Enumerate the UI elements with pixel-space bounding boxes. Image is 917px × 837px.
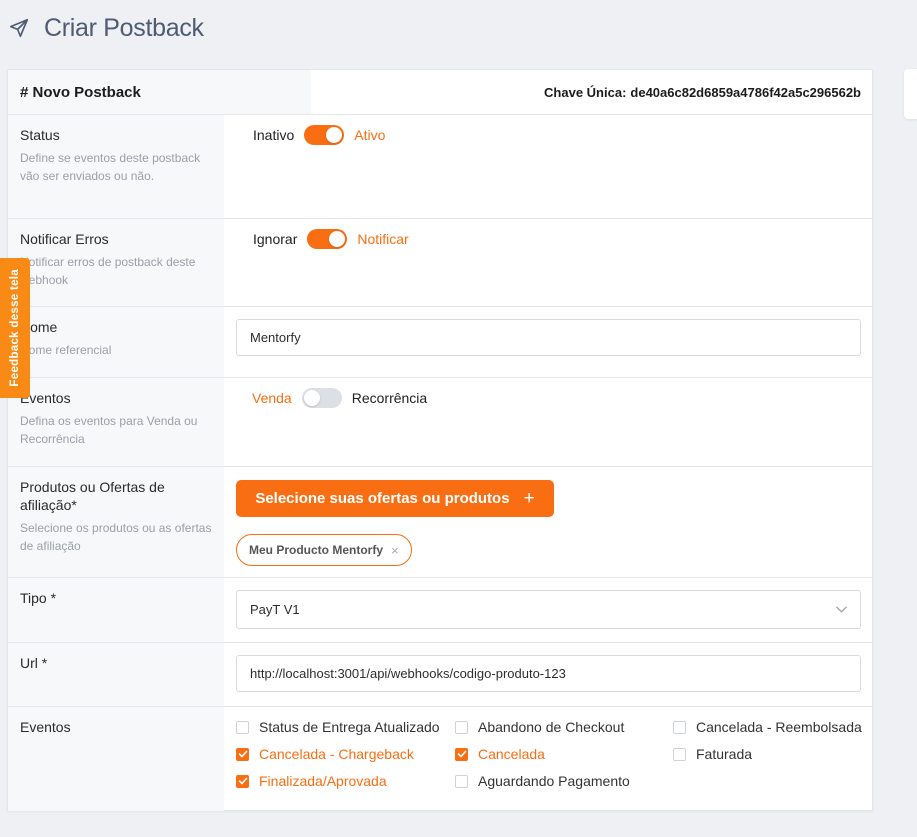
check-icon — [238, 777, 247, 785]
checkbox[interactable] — [673, 747, 686, 761]
status-description: Define se eventos deste postback vão ser… — [20, 151, 201, 183]
checkbox-checked[interactable] — [455, 747, 468, 761]
event-checkbox[interactable]: Aguardando Pagamento — [455, 773, 630, 789]
type-row: Tipo * PayT V1 — [8, 578, 872, 643]
plus-icon: + — [523, 488, 535, 509]
event-checkbox-label: Abandono de Checkout — [478, 719, 625, 735]
product-chip-label: Meu Producto Mentorfy — [249, 543, 383, 557]
type-label-column: Tipo * — [8, 578, 224, 642]
url-label-column: Url * — [8, 643, 224, 706]
notify-title: Notificar Erros — [20, 231, 109, 247]
check-icon — [457, 750, 466, 758]
checkbox-checked[interactable] — [236, 774, 249, 788]
status-title: Status — [20, 127, 60, 143]
checkbox[interactable] — [455, 774, 468, 788]
notify-label-column: Notificar Erros Notificar erros de postb… — [8, 219, 224, 306]
checkbox[interactable] — [455, 720, 468, 734]
events-type-label-column: Eventos Defina os eventos para Venda ou … — [8, 378, 224, 466]
events-label-column: Eventos — [8, 707, 224, 811]
notify-description: Notificar erros de postback deste webhoo… — [20, 255, 196, 287]
side-panel-stub[interactable] — [904, 69, 917, 119]
status-on-label: Ativo — [354, 127, 386, 143]
name-title: Nome — [20, 319, 58, 335]
name-description: Nome referencial — [20, 343, 112, 357]
toggle-knob — [326, 127, 343, 143]
notify-toggle[interactable] — [307, 229, 348, 249]
recurrence-toggle[interactable] — [301, 388, 342, 408]
check-icon — [238, 750, 247, 758]
event-checkbox-label: Cancelada - Chargeback — [259, 746, 414, 762]
postback-form-card: # Novo Postback Chave Única: de40a6c82d6… — [7, 69, 873, 811]
notify-off-label: Ignorar — [253, 231, 298, 247]
product-chip: Meu Producto Mentorfy × — [236, 534, 412, 566]
events-type-description: Defina os eventos para Venda ou Recorrên… — [20, 414, 198, 446]
select-products-button[interactable]: Selecione suas ofertas ou produtos + — [236, 480, 554, 517]
card-header: # Novo Postback Chave Única: de40a6c82d6… — [8, 70, 872, 115]
feedback-tab[interactable]: Feedback desse tela — [0, 258, 30, 398]
toggle-knob — [303, 390, 320, 406]
name-label-column: Nome Nome referencial — [8, 307, 224, 377]
chevron-down-icon — [835, 603, 848, 619]
status-off-label: Inativo — [253, 127, 295, 143]
card-header-title: # Novo Postback — [8, 70, 311, 114]
notify-errors-row: Notificar Erros Notificar erros de postb… — [8, 219, 872, 307]
status-toggle-group: Inativo Ativo — [253, 125, 385, 145]
checkbox[interactable] — [673, 720, 686, 734]
events-row: Eventos Status de Entrega Atualizado Aba… — [8, 707, 872, 811]
event-checkbox-label: Status de Entrega Atualizado — [259, 719, 440, 735]
products-label-column: Produtos ou Ofertas de afiliação* Seleci… — [8, 467, 224, 577]
events-type-toggle-group: Venda Recorrência — [252, 388, 427, 408]
products-row: Produtos ou Ofertas de afiliação* Seleci… — [8, 467, 872, 578]
event-checkbox[interactable]: Cancelada - Chargeback — [236, 746, 414, 762]
toggle-knob — [329, 231, 346, 247]
page-title: Criar Postback — [44, 13, 204, 42]
status-toggle[interactable] — [304, 125, 345, 145]
event-checkbox[interactable]: Faturada — [673, 746, 752, 762]
notify-on-label: Notificar — [357, 231, 409, 247]
select-products-label: Selecione suas ofertas ou produtos — [255, 490, 510, 507]
checkbox[interactable] — [236, 720, 249, 734]
name-row: Nome Nome referencial Mentorfy — [8, 307, 872, 378]
event-checkbox-label: Faturada — [696, 746, 753, 762]
unique-key: Chave Única: de40a6c82d6859a4786f42a5c29… — [544, 70, 861, 114]
event-checkbox[interactable]: Abandono de Checkout — [455, 719, 624, 735]
checkbox-checked[interactable] — [236, 747, 249, 761]
url-title: Url * — [20, 655, 48, 671]
event-checkbox[interactable]: Cancelada - Reembolsada — [673, 719, 862, 735]
page-header: Criar Postback — [8, 12, 204, 44]
unique-key-label: Chave Única: — [544, 84, 627, 100]
event-checkbox-label: Cancelada — [478, 746, 545, 762]
event-checkbox[interactable]: Finalizada/Aprovada — [236, 773, 387, 789]
status-label-column: Status Define se eventos deste postback … — [8, 115, 224, 218]
event-checkbox-label: Cancelada - Reembolsada — [696, 719, 862, 735]
type-select-value: PayT V1 — [250, 602, 300, 617]
type-title: Tipo * — [20, 590, 57, 606]
event-checkbox-label: Finalizada/Aprovada — [259, 773, 387, 789]
status-row: Status Define se eventos deste postback … — [8, 115, 872, 219]
products-title: Produtos ou Ofertas de afiliação* — [20, 479, 165, 513]
close-icon[interactable]: × — [391, 543, 399, 558]
notify-toggle-group: Ignorar Notificar — [253, 229, 409, 249]
type-select[interactable]: PayT V1 — [236, 590, 861, 629]
events-type-row: Eventos Defina os eventos para Venda ou … — [8, 378, 872, 467]
recurrence-label: Recorrência — [351, 390, 428, 406]
feedback-tab-label: Feedback desse tela — [9, 269, 21, 387]
events-type-title: Eventos — [20, 390, 71, 406]
events-title: Eventos — [20, 719, 71, 735]
url-input[interactable]: http://localhost:3001/api/webhooks/codig… — [236, 655, 861, 692]
name-input[interactable]: Mentorfy — [236, 319, 861, 356]
event-checkbox[interactable]: Cancelada — [455, 746, 545, 762]
products-description: Selecione os produtos ou as ofertas de a… — [20, 521, 212, 553]
event-checkbox[interactable]: Status de Entrega Atualizado — [236, 719, 440, 735]
url-row: Url * http://localhost:3001/api/webhooks… — [8, 643, 872, 707]
send-icon — [8, 17, 30, 39]
event-checkbox-label: Aguardando Pagamento — [478, 773, 630, 789]
sale-label: Venda — [252, 390, 292, 406]
unique-key-value: de40a6c82d6859a4786f42a5c296562b — [630, 84, 861, 100]
